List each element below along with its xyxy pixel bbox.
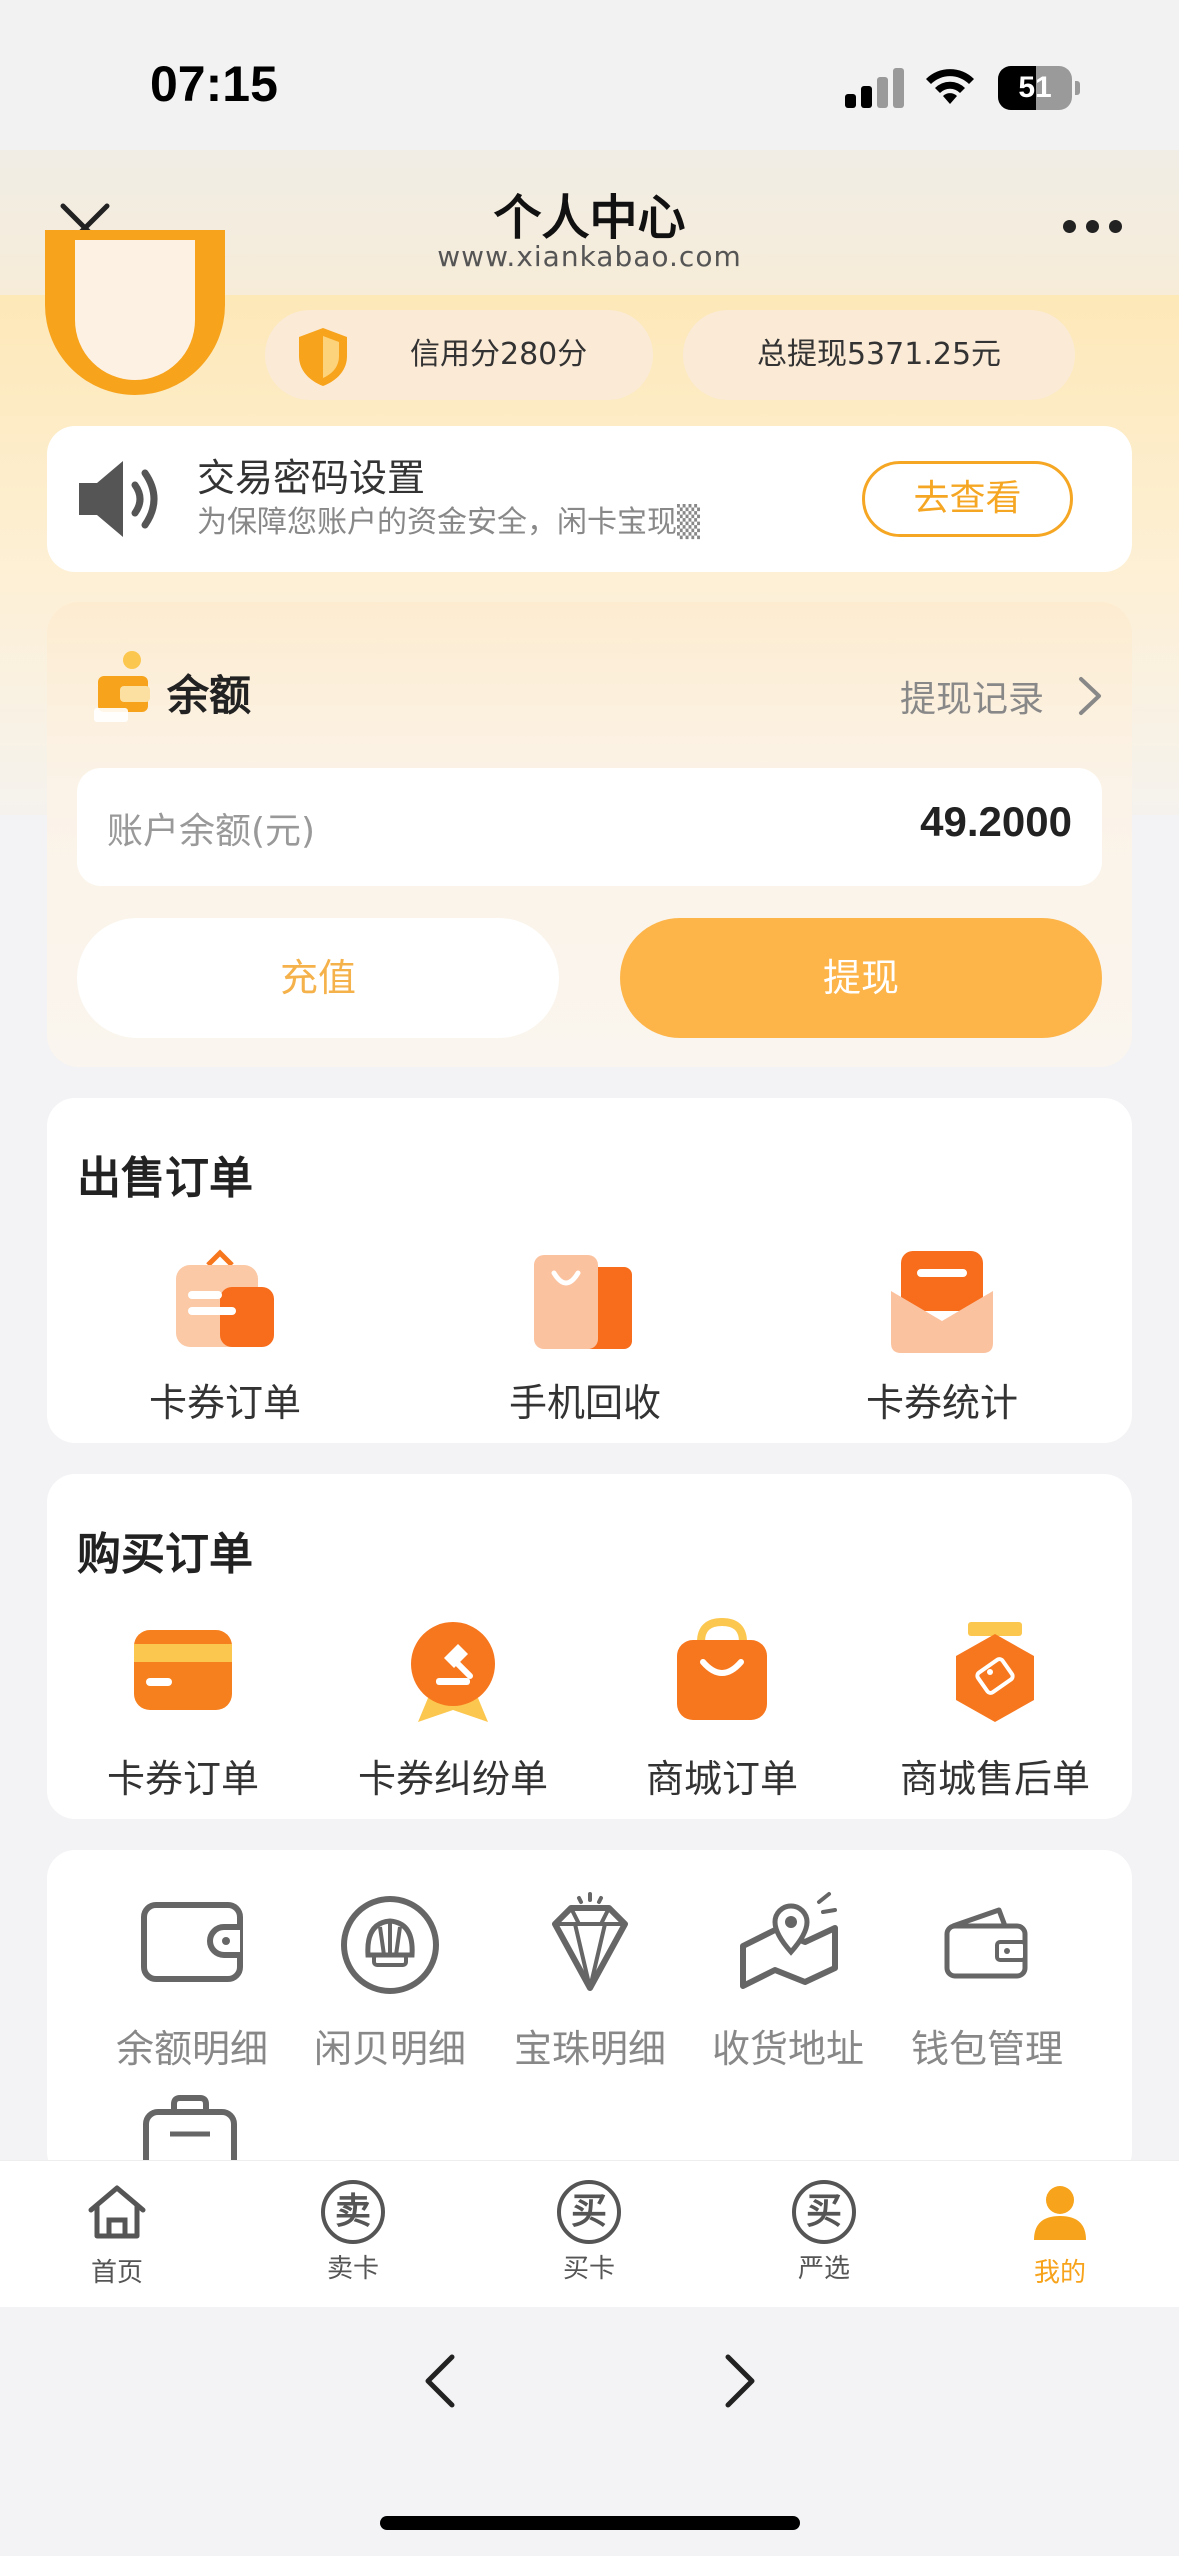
tab-selection-label: 严选 — [797, 2254, 850, 2284]
tab-selection[interactable]: 买 严选 — [764, 2180, 884, 2285]
phone-recycle[interactable]: 手机回收 — [460, 1372, 710, 1427]
tab-buy-card[interactable]: 买 买卡 — [529, 2180, 649, 2285]
balance-label: 账户余额(元) — [107, 811, 316, 852]
status-time: 07:15 — [150, 56, 278, 112]
wallet-icon[interactable] — [140, 1897, 244, 1987]
wifi-icon — [926, 69, 974, 104]
tab-mine-label: 我的 — [1033, 2258, 1086, 2288]
balance-title: 余额 — [167, 671, 252, 720]
sell-glyph-icon: 卖 — [321, 2180, 385, 2244]
chevron-right-icon[interactable] — [1075, 675, 1105, 717]
withdraw-history-link[interactable]: 提现记录 — [900, 670, 1044, 722]
mall-after-sales-orders[interactable]: 商城售后单 — [870, 1748, 1120, 1803]
sell-orders-title: 出售订单 — [77, 1153, 253, 1204]
briefcase-icon[interactable] — [140, 2094, 240, 2160]
signal-icon — [845, 68, 905, 108]
speaker-icon — [79, 461, 158, 537]
user-icon — [1034, 2186, 1086, 2240]
buy-orders-title: 购买订单 — [77, 1529, 253, 1580]
home-indicator — [380, 2516, 800, 2530]
gem-details[interactable]: 宝珠明细 — [490, 2018, 690, 2073]
card-bag-icon[interactable] — [170, 1247, 280, 1357]
selection-glyph-icon: 买 — [792, 2180, 856, 2244]
battery-level: 51 — [1018, 71, 1052, 104]
withdraw-button[interactable]: 提现 — [620, 918, 1102, 1038]
coin-wallet-icon — [94, 651, 150, 722]
chevron-left-icon[interactable] — [420, 2353, 460, 2409]
purse-icon[interactable] — [943, 1906, 1029, 1980]
shipping-address[interactable]: 收货地址 — [688, 2018, 888, 2073]
buy-glyph-icon: 买 — [557, 2180, 621, 2244]
map-pin-icon[interactable] — [735, 1890, 845, 2000]
shopping-bag-icon[interactable] — [530, 1247, 640, 1357]
tab-home-label: 首页 — [90, 2258, 143, 2288]
wallet-management[interactable]: 钱包管理 — [887, 2018, 1087, 2073]
card-dispute-orders[interactable]: 卡券纠纷单 — [328, 1748, 578, 1803]
shell-details[interactable]: 闲贝明细 — [290, 2018, 490, 2073]
envelope-icon[interactable] — [887, 1247, 997, 1357]
card-icon[interactable] — [128, 1622, 238, 1718]
tab-sell-card[interactable]: 卖 卖卡 — [293, 2180, 413, 2285]
home-icon — [88, 2185, 146, 2239]
notice-title: 交易密码设置 — [197, 456, 426, 500]
chevron-right-nav-icon[interactable] — [720, 2353, 760, 2409]
total-withdraw-badge[interactable]: 总提现5371.25元 — [683, 310, 1075, 400]
mall-orders[interactable]: 商城订单 — [597, 1748, 847, 1803]
notice-text: 为保障您账户的资金安全，闲卡宝现▒ — [197, 505, 701, 540]
shell-icon[interactable] — [338, 1893, 442, 1997]
buy-card-orders[interactable]: 卡券订单 — [58, 1748, 308, 1803]
balance-value: 49.2000 — [920, 798, 1072, 845]
more-icon[interactable] — [1063, 220, 1123, 234]
tab-mine[interactable]: 我的 — [1000, 2180, 1120, 2289]
balance-details[interactable]: 余额明细 — [92, 2018, 292, 2073]
sell-card-orders[interactable]: 卡券订单 — [100, 1372, 350, 1427]
tab-sell-card-label: 卖卡 — [326, 2254, 379, 2284]
shield-icon — [299, 328, 347, 386]
tag-badge-icon[interactable] — [940, 1618, 1050, 1728]
card-statistics[interactable]: 卡券统计 — [817, 1372, 1067, 1427]
battery-icon: 51 — [998, 66, 1080, 110]
recharge-button[interactable]: 充值 — [77, 918, 559, 1038]
tab-buy-card-label: 买卡 — [562, 2254, 615, 2284]
diamond-icon[interactable] — [535, 1890, 645, 2000]
shop-bag-icon[interactable] — [667, 1618, 777, 1728]
gavel-medal-icon[interactable] — [398, 1618, 508, 1728]
tab-home[interactable]: 首页 — [57, 2180, 177, 2289]
view-button[interactable]: 去查看 — [862, 461, 1073, 537]
